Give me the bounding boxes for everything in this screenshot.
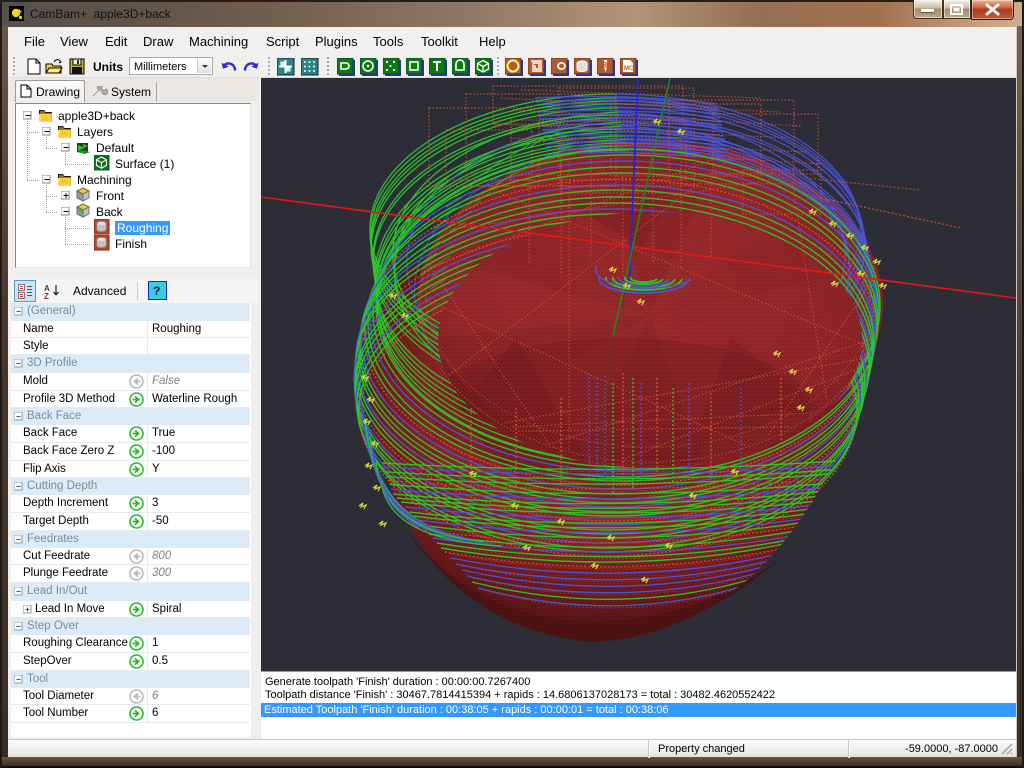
svg-text:Z: Z xyxy=(44,292,49,299)
svg-text:MC: MC xyxy=(624,66,634,72)
